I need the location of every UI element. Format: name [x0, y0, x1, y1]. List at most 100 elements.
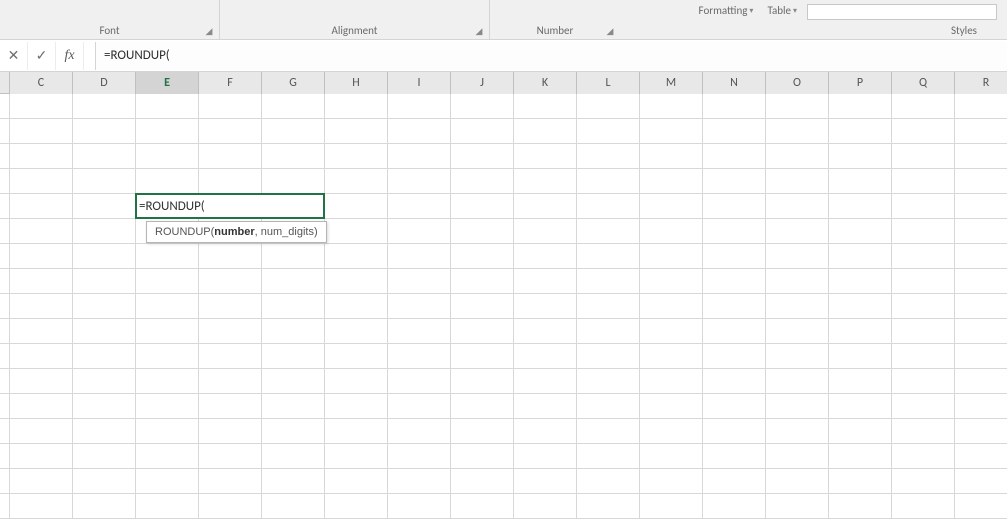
cell[interactable] [766, 369, 829, 394]
cell[interactable] [829, 494, 892, 519]
cell[interactable] [640, 94, 703, 119]
cell[interactable] [199, 294, 262, 319]
cell[interactable] [10, 469, 73, 494]
column-header-j[interactable]: J [451, 72, 514, 94]
cell[interactable] [136, 144, 199, 169]
cell[interactable] [640, 319, 703, 344]
cell[interactable] [955, 344, 1007, 369]
cell[interactable] [955, 294, 1007, 319]
cell[interactable] [388, 194, 451, 219]
cell[interactable] [577, 419, 640, 444]
cell[interactable] [73, 94, 136, 119]
cell[interactable] [10, 369, 73, 394]
cell[interactable] [892, 469, 955, 494]
function-tooltip[interactable]: ROUNDUP(number, num_digits) [146, 221, 327, 243]
cell[interactable] [451, 369, 514, 394]
cell[interactable] [73, 369, 136, 394]
cell[interactable] [892, 494, 955, 519]
cell[interactable] [703, 119, 766, 144]
cell[interactable] [640, 419, 703, 444]
cell[interactable] [829, 269, 892, 294]
cell[interactable] [325, 219, 388, 244]
cell[interactable] [10, 144, 73, 169]
cell[interactable] [703, 269, 766, 294]
cell[interactable] [514, 169, 577, 194]
cell[interactable] [640, 219, 703, 244]
cancel-button[interactable]: ✕ [0, 42, 28, 70]
cell[interactable] [325, 194, 388, 219]
cell[interactable] [136, 119, 199, 144]
cell[interactable] [703, 144, 766, 169]
column-header-n[interactable]: N [703, 72, 766, 94]
cell[interactable] [199, 444, 262, 469]
select-all-corner[interactable] [0, 72, 10, 94]
enter-button[interactable]: ✓ [28, 42, 56, 70]
cell[interactable] [955, 319, 1007, 344]
cell[interactable] [703, 494, 766, 519]
cell[interactable] [388, 294, 451, 319]
cell[interactable] [199, 394, 262, 419]
cell[interactable] [388, 119, 451, 144]
cell[interactable] [199, 94, 262, 119]
cell[interactable] [73, 344, 136, 369]
cell[interactable] [388, 369, 451, 394]
cell[interactable] [136, 344, 199, 369]
cell[interactable] [262, 194, 325, 219]
cell[interactable] [514, 419, 577, 444]
cell[interactable] [955, 469, 1007, 494]
cell[interactable] [262, 319, 325, 344]
cell[interactable] [262, 94, 325, 119]
cell[interactable] [703, 169, 766, 194]
cell[interactable] [829, 444, 892, 469]
cell[interactable] [829, 144, 892, 169]
cell[interactable] [829, 244, 892, 269]
cell[interactable] [640, 194, 703, 219]
cell[interactable] [955, 119, 1007, 144]
cell[interactable] [10, 419, 73, 444]
cell[interactable] [577, 494, 640, 519]
cell[interactable] [703, 469, 766, 494]
cell[interactable] [703, 194, 766, 219]
cell[interactable] [703, 444, 766, 469]
cell[interactable] [199, 244, 262, 269]
cell[interactable] [10, 94, 73, 119]
cell[interactable] [10, 169, 73, 194]
cell[interactable] [640, 169, 703, 194]
column-header-f[interactable]: F [199, 72, 262, 94]
cell[interactable] [955, 219, 1007, 244]
cell[interactable] [955, 269, 1007, 294]
cell[interactable] [136, 244, 199, 269]
cell[interactable] [262, 444, 325, 469]
cell[interactable] [73, 294, 136, 319]
cell[interactable] [514, 494, 577, 519]
cell[interactable] [514, 219, 577, 244]
cell[interactable] [577, 294, 640, 319]
cell[interactable] [10, 494, 73, 519]
cell[interactable] [199, 194, 262, 219]
cell[interactable] [388, 444, 451, 469]
cell[interactable] [325, 344, 388, 369]
cell[interactable] [199, 119, 262, 144]
cell[interactable] [73, 494, 136, 519]
cell[interactable] [766, 294, 829, 319]
cell[interactable] [388, 219, 451, 244]
cell[interactable] [451, 294, 514, 319]
cell[interactable] [262, 144, 325, 169]
cell[interactable] [892, 144, 955, 169]
cell[interactable] [262, 419, 325, 444]
cell[interactable] [199, 269, 262, 294]
cell[interactable] [10, 269, 73, 294]
cell[interactable] [451, 144, 514, 169]
cell[interactable] [10, 294, 73, 319]
cell[interactable] [955, 94, 1007, 119]
cell[interactable] [829, 369, 892, 394]
cell[interactable] [136, 294, 199, 319]
cell[interactable] [451, 469, 514, 494]
cell[interactable] [703, 319, 766, 344]
cell[interactable] [388, 319, 451, 344]
cell[interactable] [640, 494, 703, 519]
cell[interactable] [577, 94, 640, 119]
cell[interactable] [325, 319, 388, 344]
cell[interactable] [451, 219, 514, 244]
cell[interactable] [136, 169, 199, 194]
